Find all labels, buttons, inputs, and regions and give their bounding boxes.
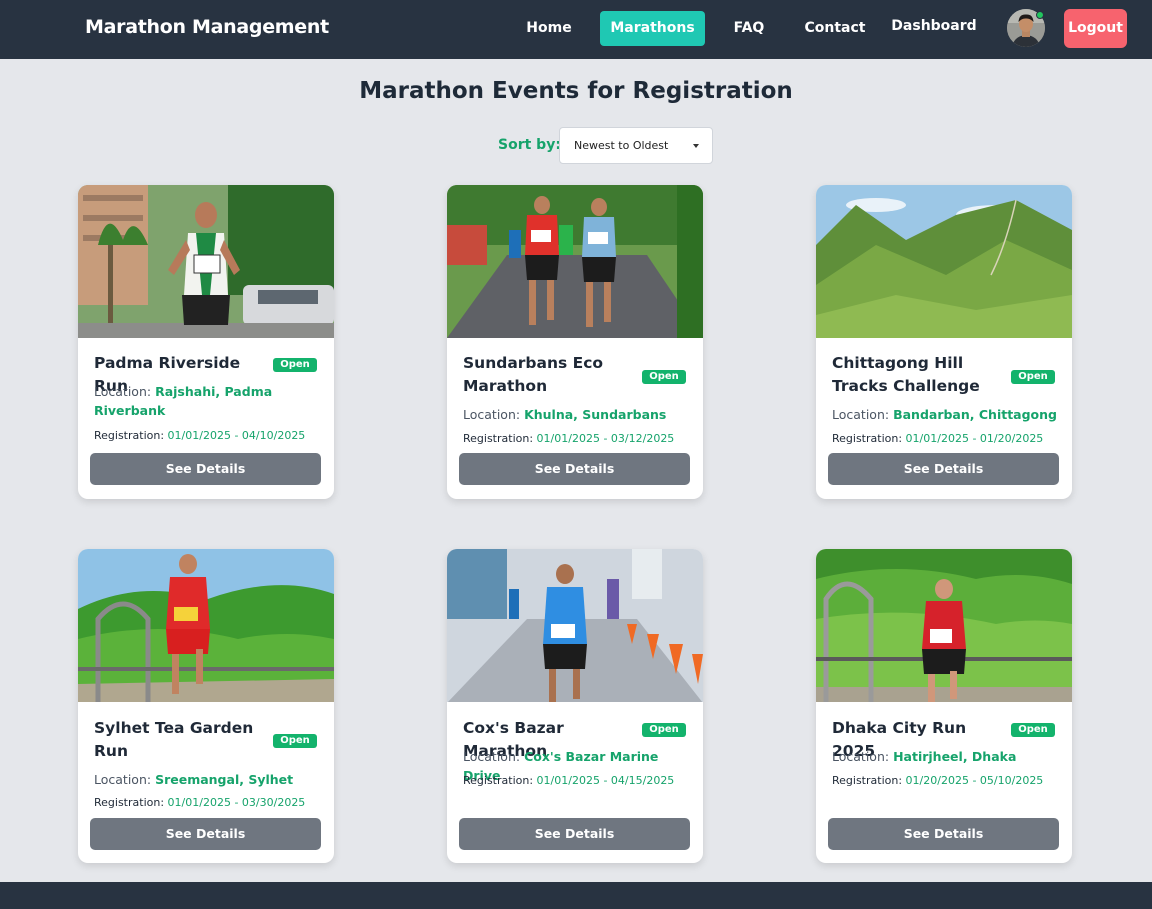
- registration-dates: 01/01/2025 - 03/12/2025: [536, 432, 675, 445]
- footer: [0, 882, 1152, 909]
- see-details-button[interactable]: See Details: [828, 818, 1059, 850]
- event-card: Padma Riverside Run Open Location: Rajsh…: [78, 185, 334, 499]
- status-badge: Open: [1011, 370, 1055, 384]
- sort-select[interactable]: Newest to Oldest: [559, 127, 713, 164]
- registration-dates: 01/01/2025 - 03/30/2025: [167, 796, 306, 809]
- event-image: [816, 185, 1072, 338]
- event-image: [816, 549, 1072, 702]
- brand-title[interactable]: Marathon Management: [85, 16, 329, 38]
- event-registration: Registration: 01/01/2025 - 04/15/2025: [463, 774, 674, 787]
- chevron-down-icon: [693, 144, 699, 148]
- registration-label: Registration:: [832, 432, 903, 445]
- nav-marathons[interactable]: Marathons: [600, 11, 705, 46]
- event-title: Sundarbans Eco Marathon: [463, 354, 604, 395]
- status-badge: Open: [273, 358, 317, 372]
- event-location: Location: Bandarban, Chittagong: [832, 405, 1060, 424]
- event-card: Cox's Bazar Marathon Open Location: Cox'…: [447, 549, 703, 863]
- see-details-button[interactable]: See Details: [90, 818, 321, 850]
- location-value: Hatirjheel, Dhaka: [893, 749, 1017, 764]
- event-location: Location: Khulna, Sundarbans: [463, 405, 691, 424]
- event-registration: Registration: 01/01/2025 - 04/10/2025: [94, 429, 305, 442]
- location-label: Location:: [94, 384, 152, 399]
- event-card: Chittagong Hill Tracks Challenge Open Lo…: [816, 185, 1072, 499]
- event-location: Location: Rajshahi, Padma Riverbank: [94, 382, 322, 420]
- location-label: Location:: [832, 407, 890, 422]
- registration-dates: 01/01/2025 - 01/20/2025: [905, 432, 1044, 445]
- event-card: Sundarbans Eco Marathon Open Location: K…: [447, 185, 703, 499]
- page-title: Marathon Events for Registration: [359, 78, 793, 104]
- status-badge: Open: [273, 734, 317, 748]
- location-value: Khulna, Sundarbans: [524, 407, 667, 422]
- event-registration: Registration: 01/01/2025 - 03/12/2025: [463, 432, 674, 445]
- see-details-button[interactable]: See Details: [90, 453, 321, 485]
- event-image: [447, 185, 703, 338]
- event-registration: Registration: 01/20/2025 - 05/10/2025: [832, 774, 1043, 787]
- event-registration: Registration: 01/01/2025 - 01/20/2025: [832, 432, 1043, 445]
- nav-faq[interactable]: FAQ: [722, 11, 776, 46]
- status-badge: Open: [642, 723, 686, 737]
- registration-label: Registration:: [463, 432, 534, 445]
- location-value: Sreemangal, Sylhet: [155, 772, 294, 787]
- registration-label: Registration:: [94, 429, 165, 442]
- registration-label: Registration:: [94, 796, 165, 809]
- navbar: Marathon Management Home Marathons FAQ C…: [0, 0, 1152, 59]
- event-location: Location: Hatirjheel, Dhaka: [832, 747, 1060, 766]
- registration-dates: 01/01/2025 - 04/10/2025: [167, 429, 306, 442]
- location-label: Location:: [463, 749, 521, 764]
- nav-contact[interactable]: Contact: [796, 11, 874, 46]
- event-registration: Registration: 01/01/2025 - 03/30/2025: [94, 796, 305, 809]
- event-location: Location: Sreemangal, Sylhet: [94, 770, 322, 789]
- event-image: [78, 549, 334, 702]
- event-title: Sylhet Tea Garden Run: [94, 719, 254, 760]
- status-badge: Open: [642, 370, 686, 384]
- registration-dates: 01/01/2025 - 04/15/2025: [536, 774, 675, 787]
- status-badge: Open: [1011, 723, 1055, 737]
- nav-dashboard[interactable]: Dashboard: [884, 9, 984, 44]
- event-title: Chittagong Hill Tracks Challenge: [832, 354, 980, 395]
- location-label: Location:: [463, 407, 521, 422]
- see-details-button[interactable]: See Details: [459, 818, 690, 850]
- see-details-button[interactable]: See Details: [459, 453, 690, 485]
- sort-label: Sort by:: [498, 137, 561, 153]
- sort-selected-value: Newest to Oldest: [574, 139, 669, 152]
- registration-label: Registration:: [463, 774, 534, 787]
- event-card: Dhaka City Run 2025 Open Location: Hatir…: [816, 549, 1072, 863]
- nav-home[interactable]: Home: [518, 11, 580, 46]
- logout-button[interactable]: Logout: [1064, 9, 1127, 48]
- online-status-dot: [1036, 11, 1044, 19]
- location-label: Location:: [94, 772, 152, 787]
- location-label: Location:: [832, 749, 890, 764]
- see-details-button[interactable]: See Details: [828, 453, 1059, 485]
- event-image: [447, 549, 703, 702]
- registration-label: Registration:: [832, 774, 903, 787]
- event-image: [78, 185, 334, 338]
- registration-dates: 01/20/2025 - 05/10/2025: [905, 774, 1044, 787]
- location-value: Bandarban, Chittagong: [893, 407, 1057, 422]
- event-card: Sylhet Tea Garden Run Open Location: Sre…: [78, 549, 334, 863]
